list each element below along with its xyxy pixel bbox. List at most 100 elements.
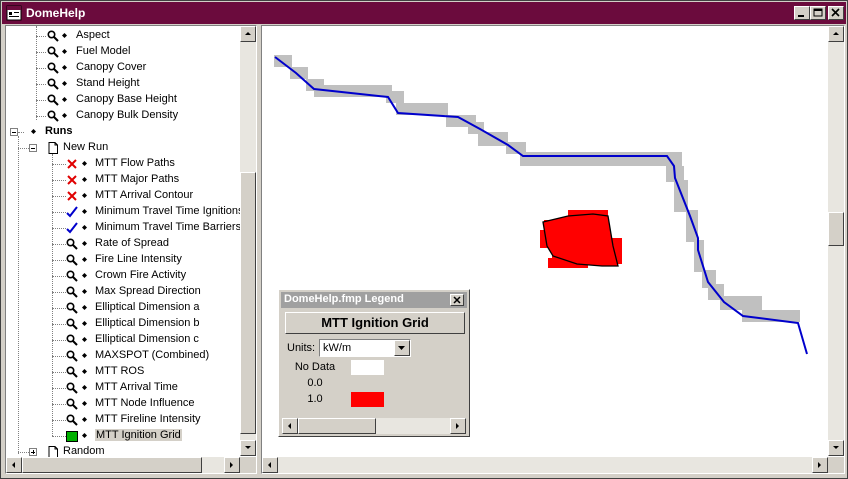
magnifier-icon bbox=[66, 366, 78, 378]
magnifier-icon bbox=[47, 110, 59, 122]
tree-item-label: Fire Line Intensity bbox=[95, 253, 182, 265]
tree-item-run-18[interactable]: MTT Ignition Grid bbox=[6, 428, 241, 444]
legend-horizontal-scrollbar[interactable] bbox=[282, 418, 466, 434]
tree-connector bbox=[52, 388, 66, 389]
legend-row: 0.0 bbox=[279, 376, 469, 392]
tree-item-stand-height[interactable]: Stand Height bbox=[6, 76, 241, 92]
legend-row: 1.0 bbox=[279, 392, 469, 408]
tree-item-label: MTT Fireline Intensity bbox=[95, 413, 201, 425]
scroll-down-button[interactable] bbox=[240, 440, 256, 456]
title-bar[interactable]: DomeHelp bbox=[2, 2, 846, 24]
tree-item-run-7[interactable]: Fire Line Intensity bbox=[6, 252, 241, 268]
map-scroll-down-button[interactable] bbox=[828, 440, 844, 456]
tree-item-icon bbox=[66, 222, 78, 234]
scroll-right-button[interactable] bbox=[224, 457, 240, 473]
tree-item-run-16[interactable]: MTT Node Influence bbox=[6, 396, 241, 412]
scroll-left-button[interactable] bbox=[6, 457, 22, 473]
collapse-icon[interactable] bbox=[10, 128, 18, 136]
tree-item-icon bbox=[66, 238, 78, 250]
diamond-icon bbox=[82, 273, 87, 278]
tree-item-run-4[interactable]: Minimum Travel Time Ignitions bbox=[6, 204, 244, 220]
tree-item-run-15[interactable]: MTT Arrival Time bbox=[6, 380, 241, 396]
tree-item-fuel-model[interactable]: Fuel Model bbox=[6, 44, 241, 60]
barrier-shadow-cell bbox=[686, 210, 698, 242]
diamond-icon bbox=[82, 321, 87, 326]
magnifier-icon bbox=[66, 350, 78, 362]
tree-item-run-6[interactable]: Rate of Spread bbox=[6, 236, 241, 252]
legend-scroll-thumb[interactable] bbox=[298, 418, 376, 434]
barrier-shadow-cell bbox=[290, 67, 308, 79]
tree-item-run-2[interactable]: MTT Major Paths bbox=[6, 172, 241, 188]
tree-item-runs[interactable]: Runs bbox=[6, 124, 241, 140]
tree-item-new-run[interactable]: New Run bbox=[6, 140, 241, 156]
tree-item-icon bbox=[47, 78, 59, 90]
diamond-icon bbox=[62, 49, 67, 54]
map-scroll-up-button[interactable] bbox=[828, 26, 844, 42]
legend-title: DomeHelp.fmp Legend bbox=[284, 293, 404, 305]
minimize-button[interactable] bbox=[794, 6, 810, 20]
tree-item-run-5[interactable]: Minimum Travel Time Barriers bbox=[6, 220, 241, 236]
arrow-right-icon bbox=[456, 423, 459, 429]
tree-item-icon bbox=[66, 334, 78, 346]
tree-item-run-10[interactable]: Elliptical Dimension a bbox=[6, 300, 241, 316]
arrow-left-icon bbox=[288, 423, 291, 429]
legend-close-button[interactable] bbox=[450, 294, 464, 306]
scroll-up-button[interactable] bbox=[240, 26, 256, 42]
map-scroll-thumb[interactable] bbox=[828, 212, 844, 246]
close-icon bbox=[453, 296, 461, 304]
tree-item-run-8[interactable]: Crown Fire Activity bbox=[6, 268, 241, 284]
tree-item-label: MTT ROS bbox=[95, 365, 145, 377]
tree-item-label: MTT Arrival Contour bbox=[95, 189, 194, 201]
scroll-corner bbox=[828, 457, 844, 473]
tree-item-icon bbox=[66, 414, 78, 426]
tree-scroll-thumb[interactable] bbox=[240, 172, 256, 434]
maximize-button[interactable] bbox=[810, 6, 826, 20]
expand-icon[interactable] bbox=[29, 448, 37, 456]
tree-item-run-17[interactable]: MTT Fireline Intensity bbox=[6, 412, 241, 428]
tree-item-icon bbox=[66, 318, 78, 330]
legend-scroll-left-button[interactable] bbox=[282, 418, 298, 434]
tree-item-run-1[interactable]: MTT Flow Paths bbox=[6, 156, 241, 172]
tree-item-run-3[interactable]: MTT Arrival Contour bbox=[6, 188, 241, 204]
tree-item-aspect[interactable]: Aspect bbox=[6, 28, 241, 44]
tree-item-run-14[interactable]: MTT ROS bbox=[6, 364, 241, 380]
arrow-right-icon bbox=[818, 462, 821, 468]
layer-tree: Aspect Fuel Model Canopy Cover Stand Height… bbox=[6, 26, 244, 458]
tree-connector bbox=[36, 100, 46, 101]
units-value: kW/m bbox=[323, 342, 352, 354]
legend-title-bar[interactable]: DomeHelp.fmp Legend bbox=[281, 292, 467, 308]
tree-connector bbox=[52, 196, 66, 197]
map-scroll-left-button[interactable] bbox=[262, 457, 278, 473]
map-scroll-right-button[interactable] bbox=[812, 457, 828, 473]
tree-item-label: MTT Flow Paths bbox=[95, 157, 175, 169]
tree-connector bbox=[52, 228, 66, 229]
tree-item-run-13[interactable]: MAXSPOT (Combined) bbox=[6, 348, 241, 364]
tree-item-run-11[interactable]: Elliptical Dimension b bbox=[6, 316, 241, 332]
magnifier-icon bbox=[66, 286, 78, 298]
tree-item-canopy-base-height[interactable]: Canopy Base Height bbox=[6, 92, 241, 108]
tree-hscroll-thumb[interactable] bbox=[22, 457, 202, 473]
tree-item-label: Runs bbox=[45, 125, 73, 137]
tree-vertical-scrollbar[interactable] bbox=[240, 26, 256, 456]
close-button[interactable] bbox=[828, 6, 844, 20]
diamond-icon bbox=[82, 369, 87, 374]
tree-item-run-9[interactable]: Max Spread Direction bbox=[6, 284, 241, 300]
legend-window[interactable]: DomeHelp.fmp Legend MTT Ignition Grid Un… bbox=[278, 289, 470, 437]
units-dropdown-button[interactable] bbox=[394, 340, 410, 356]
tree-item-canopy-bulk-density[interactable]: Canopy Bulk Density bbox=[6, 108, 241, 124]
tree-item-label: MAXSPOT (Combined) bbox=[95, 349, 210, 361]
map-vertical-scrollbar[interactable] bbox=[828, 26, 844, 456]
tree-item-icon bbox=[66, 174, 78, 186]
tree-horizontal-scrollbar[interactable] bbox=[6, 457, 240, 473]
map-horizontal-scrollbar[interactable] bbox=[262, 457, 828, 473]
tree-connector bbox=[52, 276, 66, 277]
barrier-shadow-cell bbox=[520, 152, 680, 166]
green-square-icon bbox=[66, 431, 78, 442]
diamond-icon bbox=[82, 177, 87, 182]
tree-item-canopy-cover[interactable]: Canopy Cover bbox=[6, 60, 241, 76]
collapse-icon[interactable] bbox=[29, 144, 37, 152]
tree-item-run-12[interactable]: Elliptical Dimension c bbox=[6, 332, 241, 348]
units-select[interactable]: kW/m bbox=[319, 339, 411, 357]
legend-scroll-right-button[interactable] bbox=[450, 418, 466, 434]
legend-layer-button[interactable]: MTT Ignition Grid bbox=[285, 312, 465, 334]
